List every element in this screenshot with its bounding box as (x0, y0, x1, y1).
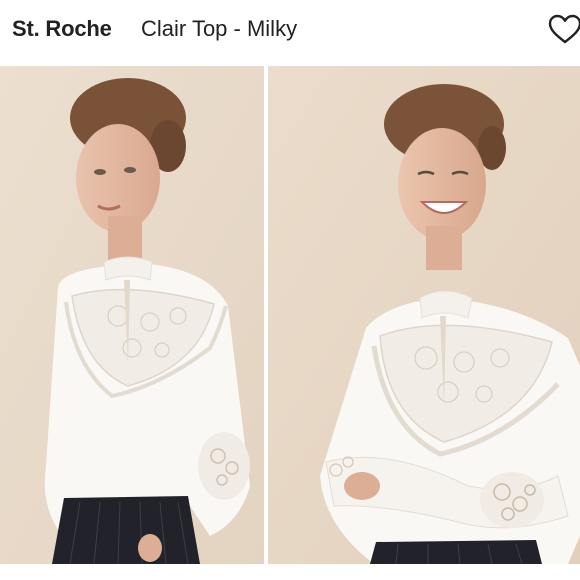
listing-header: St. Roche Clair Top - Milky (0, 0, 580, 64)
product-photo-front[interactable] (0, 66, 264, 564)
like-heart-icon[interactable] (548, 14, 580, 46)
product-photo-gallery (0, 66, 580, 564)
brand-name[interactable]: St. Roche (12, 16, 112, 42)
product-photo-smiling[interactable] (268, 66, 580, 564)
product-title: Clair Top - Milky (141, 16, 298, 41)
bottom-spacer (0, 564, 580, 580)
